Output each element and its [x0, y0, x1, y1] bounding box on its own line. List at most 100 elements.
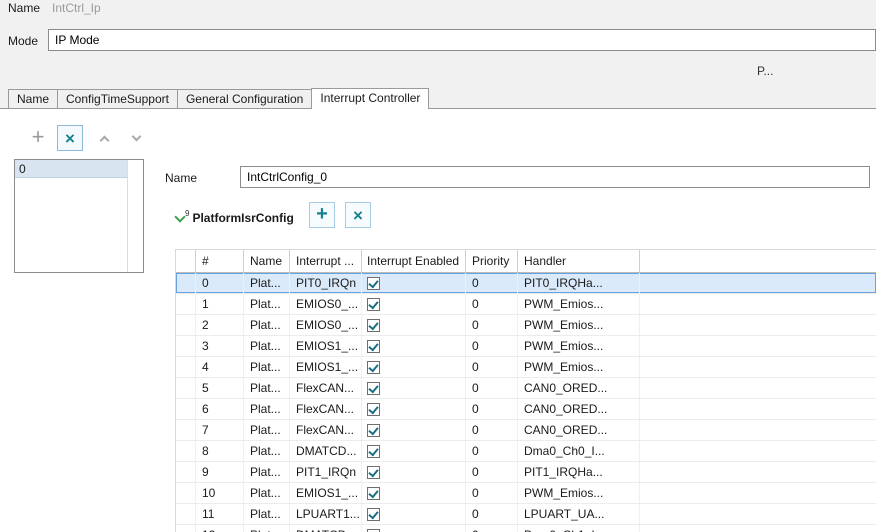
- row-index: 3: [196, 336, 244, 356]
- table-row[interactable]: 5 Plat... FlexCAN... 0 CAN0_ORED...: [176, 378, 876, 399]
- mode-input[interactable]: [48, 29, 876, 51]
- row-interrupt: EMIOS0_...: [290, 315, 362, 335]
- platform-config-panel: Name IntCtrl_Ip Mode P... Name ConfigTim…: [0, 0, 876, 532]
- table-row[interactable]: 2 Plat... EMIOS0_... 0 PWM_Emios...: [176, 315, 876, 336]
- row-selector[interactable]: [176, 420, 196, 440]
- module-name-value: IntCtrl_Ip: [52, 1, 101, 15]
- row-name: Plat...: [244, 357, 290, 377]
- row-handler: CAN0_ORED...: [518, 420, 640, 440]
- interrupt-enabled-checkbox[interactable]: [367, 297, 380, 311]
- row-priority: 0: [466, 525, 518, 532]
- table-row[interactable]: 3 Plat... EMIOS1_... 0 PWM_Emios...: [176, 336, 876, 357]
- tab-general-configuration[interactable]: General Configuration: [176, 89, 313, 109]
- interrupt-enabled-checkbox[interactable]: [367, 507, 380, 521]
- row-priority: 0: [466, 357, 518, 377]
- row-priority: 0: [466, 504, 518, 524]
- row-filler: [640, 525, 876, 532]
- row-selector[interactable]: [176, 483, 196, 503]
- add-config-button[interactable]: +: [25, 125, 51, 151]
- table-row[interactable]: 12 Plat... DMATCD... 0 Dma0_Ch1_I...: [176, 525, 876, 532]
- expander-chevron-icon[interactable]: [174, 210, 186, 223]
- interrupt-enabled-checkbox[interactable]: [367, 402, 380, 416]
- row-enabled-cell: [362, 462, 466, 482]
- interrupt-enabled-checkbox[interactable]: [367, 276, 380, 290]
- move-down-button[interactable]: [123, 125, 149, 151]
- row-filler: [640, 483, 876, 503]
- interrupt-enabled-checkbox[interactable]: [367, 423, 380, 437]
- header-interrupt[interactable]: Interrupt ...: [290, 250, 362, 272]
- row-selector[interactable]: [176, 315, 196, 335]
- remove-config-button[interactable]: ×: [57, 125, 83, 151]
- row-enabled-cell: [362, 441, 466, 461]
- row-selector[interactable]: [176, 378, 196, 398]
- row-handler: LPUART_UA...: [518, 504, 640, 524]
- row-selector[interactable]: [176, 441, 196, 461]
- table-row[interactable]: 4 Plat... EMIOS1_... 0 PWM_Emios...: [176, 357, 876, 378]
- interrupt-enabled-checkbox[interactable]: [367, 444, 380, 458]
- row-filler: [640, 462, 876, 482]
- section-count-badge: 9: [185, 208, 190, 218]
- row-name: Plat...: [244, 462, 290, 482]
- row-enabled-cell: [362, 399, 466, 419]
- row-enabled-cell: [362, 273, 466, 293]
- table-row[interactable]: 10 Plat... EMIOS1_... 0 PWM_Emios...: [176, 483, 876, 504]
- row-selector[interactable]: [176, 399, 196, 419]
- tab-name[interactable]: Name: [8, 89, 59, 109]
- row-priority: 0: [466, 399, 518, 419]
- header-name[interactable]: Name: [244, 250, 290, 272]
- move-up-button[interactable]: [91, 125, 117, 151]
- table-row[interactable]: 7 Plat... FlexCAN... 0 CAN0_ORED...: [176, 420, 876, 441]
- header-handler[interactable]: Handler: [518, 250, 640, 272]
- header-index[interactable]: #: [196, 250, 244, 272]
- interrupt-enabled-checkbox[interactable]: [367, 318, 380, 332]
- interrupt-enabled-checkbox[interactable]: [367, 528, 380, 532]
- row-filler: [640, 294, 876, 314]
- row-interrupt: LPUART1...: [290, 504, 362, 524]
- row-name: Plat...: [244, 294, 290, 314]
- delete-icon: ×: [65, 128, 75, 148]
- list-item[interactable]: 0: [15, 160, 127, 178]
- table-row[interactable]: 1 Plat... EMIOS0_... 0 PWM_Emios...: [176, 294, 876, 315]
- config-name-input[interactable]: [240, 166, 870, 188]
- row-enabled-cell: [362, 336, 466, 356]
- header-priority[interactable]: Priority: [466, 250, 518, 272]
- row-selector[interactable]: [176, 504, 196, 524]
- row-interrupt: EMIOS0_...: [290, 294, 362, 314]
- interrupt-enabled-checkbox[interactable]: [367, 339, 380, 353]
- row-selector[interactable]: [176, 357, 196, 377]
- plus-icon: +: [316, 203, 328, 225]
- row-selector[interactable]: [176, 294, 196, 314]
- table-row[interactable]: 0 Plat... PIT0_IRQn 0 PIT0_IRQHa...: [176, 273, 876, 294]
- row-priority: 0: [466, 378, 518, 398]
- row-handler: PWM_Emios...: [518, 483, 640, 503]
- interrupt-enabled-checkbox[interactable]: [367, 486, 380, 500]
- config-list[interactable]: 0: [14, 159, 144, 273]
- row-selector[interactable]: [176, 462, 196, 482]
- row-filler: [640, 420, 876, 440]
- tab-interrupt-controller[interactable]: Interrupt Controller: [311, 88, 430, 109]
- config-name-label: Name: [165, 171, 198, 185]
- table-row[interactable]: 9 Plat... PIT1_IRQn 0 PIT1_IRQHa...: [176, 462, 876, 483]
- remove-isr-button[interactable]: ×: [345, 202, 371, 228]
- row-priority: 0: [466, 441, 518, 461]
- table-row[interactable]: 11 Plat... LPUART1... 0 LPUART_UA...: [176, 504, 876, 525]
- interrupt-enabled-checkbox[interactable]: [367, 465, 380, 479]
- row-name: Plat...: [244, 483, 290, 503]
- row-handler: Dma0_Ch1_I...: [518, 525, 640, 532]
- tab-configtimesupport[interactable]: ConfigTimeSupport: [57, 89, 178, 109]
- header-interrupt-enabled[interactable]: Interrupt Enabled: [362, 250, 466, 272]
- row-selector[interactable]: [176, 336, 196, 356]
- row-enabled-cell: [362, 378, 466, 398]
- row-selector[interactable]: [176, 525, 196, 532]
- section-title: PlatformIsrConfig: [192, 211, 294, 225]
- row-selector[interactable]: [176, 273, 196, 293]
- interrupt-enabled-checkbox[interactable]: [367, 381, 380, 395]
- row-priority: 0: [466, 462, 518, 482]
- table-row[interactable]: 6 Plat... FlexCAN... 0 CAN0_ORED...: [176, 399, 876, 420]
- row-handler: PWM_Emios...: [518, 294, 640, 314]
- table-row[interactable]: 8 Plat... DMATCD... 0 Dma0_Ch0_I...: [176, 441, 876, 462]
- row-filler: [640, 504, 876, 524]
- interrupt-enabled-checkbox[interactable]: [367, 360, 380, 374]
- add-isr-button[interactable]: +: [309, 202, 335, 228]
- row-index: 0: [196, 273, 244, 293]
